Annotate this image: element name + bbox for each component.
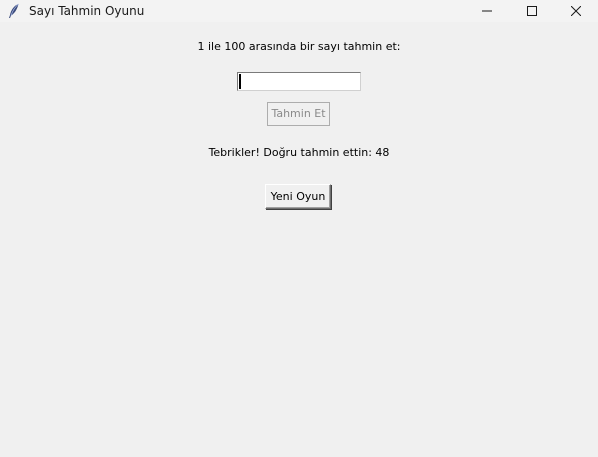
game-panel: 1 ile 100 arasında bir sayı tahmin et: T… (0, 22, 598, 457)
new-game-button[interactable]: Yeni Oyun (265, 184, 331, 209)
guess-input[interactable] (237, 72, 361, 91)
close-icon (570, 6, 581, 16)
feather-icon (7, 3, 21, 19)
prompt-label: 1 ile 100 arasında bir sayı tahmin et: (197, 40, 401, 53)
app-window: Sayı Tahmin Oyunu 1 ile 100 arasında bir… (0, 0, 598, 457)
close-button[interactable] (553, 0, 598, 22)
minimize-icon (481, 6, 492, 16)
window-title: Sayı Tahmin Oyunu (29, 4, 145, 18)
maximize-icon (526, 6, 537, 16)
title-bar[interactable]: Sayı Tahmin Oyunu (0, 0, 598, 22)
guess-button[interactable]: Tahmin Et (267, 102, 330, 126)
result-message: Tebrikler! Doğru tahmin ettin: 48 (208, 146, 390, 159)
maximize-button[interactable] (509, 0, 554, 22)
minimize-button[interactable] (464, 0, 509, 22)
text-cursor (239, 74, 241, 89)
